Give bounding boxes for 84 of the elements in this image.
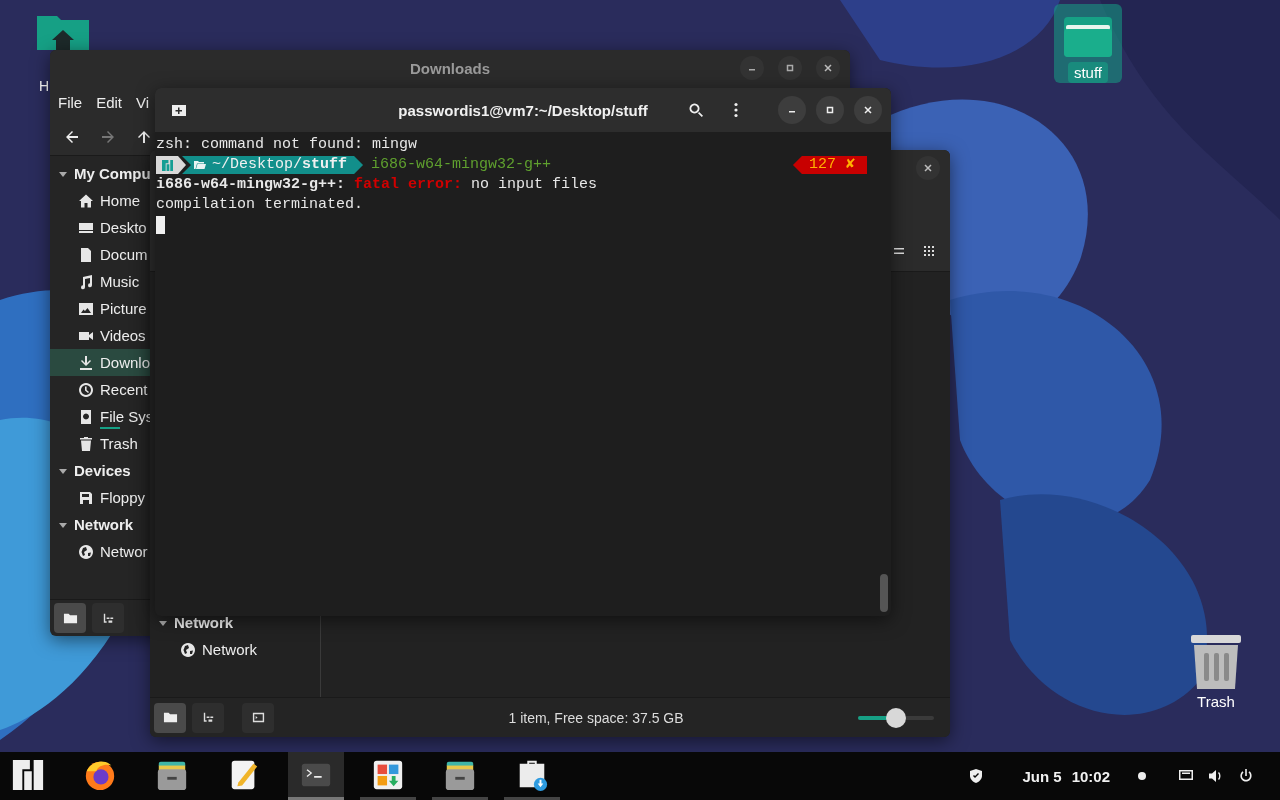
section-header[interactable]: Network	[74, 516, 134, 533]
terminal-launcher[interactable]	[288, 752, 344, 800]
floppy-icon	[78, 489, 94, 506]
terminal-output: i686-w64-mingw32-g++: fatal error: no input files	[156, 175, 598, 195]
close-icon	[863, 105, 873, 115]
trash-icon	[78, 435, 94, 452]
icon-label: stuff	[1067, 62, 1109, 83]
sidebar-item[interactable]: Docum	[50, 241, 154, 268]
date-text[interactable]: Jun 5	[1022, 767, 1062, 785]
maximize-button[interactable]	[778, 56, 802, 80]
sidebar-toggle-button[interactable]	[242, 702, 274, 733]
desktop-icon[interactable]: Trash	[1186, 633, 1246, 712]
sidebar-item[interactable]: Home	[50, 187, 154, 214]
close-button[interactable]	[916, 155, 940, 180]
power-icon[interactable]	[1238, 768, 1254, 784]
sidebar-item[interactable]: Floppy	[50, 484, 154, 511]
sidebar-item[interactable]: Networ	[50, 538, 154, 565]
sidebar-item[interactable]: Music	[50, 268, 154, 295]
maximize-icon	[785, 63, 795, 73]
pictures-icon	[78, 300, 94, 317]
text-cursor	[156, 216, 165, 234]
zoom-slider[interactable]	[858, 707, 934, 728]
forward-arrow-icon	[100, 128, 116, 145]
new-tab-icon[interactable]	[171, 102, 187, 118]
maximize-button[interactable]	[816, 96, 844, 124]
download-icon	[78, 354, 94, 371]
list-view-button[interactable]	[893, 245, 905, 257]
command-text: i686-w64-mingw32-g++	[371, 155, 552, 175]
icon-label: Trash	[1196, 692, 1236, 712]
window-title: passwordis1@vm7:~/Desktop/stuff	[398, 101, 648, 119]
trash-icon	[1189, 633, 1243, 691]
sidebar-item[interactable]: Videos	[50, 322, 154, 349]
back-arrow-icon	[64, 128, 80, 145]
sidebar-item[interactable]: Picture	[50, 295, 154, 322]
shield-icon[interactable]	[968, 768, 985, 784]
exit-code: 127	[808, 155, 836, 175]
terminal-output: compilation terminated.	[156, 195, 364, 215]
sidebar-item[interactable]: Network	[150, 636, 320, 663]
recent-icon	[78, 381, 94, 398]
maximize-icon	[825, 105, 835, 115]
dot-icon[interactable]	[1138, 772, 1146, 780]
close-button[interactable]	[816, 56, 840, 80]
window-title: Downloads	[410, 59, 490, 77]
list-icon	[893, 245, 905, 257]
menu-item[interactable]: Vi	[136, 93, 150, 111]
status-text: 1 item, Free space: 37.5 GB	[507, 709, 685, 726]
document-icon	[78, 246, 94, 263]
folder-icon	[194, 160, 206, 170]
sidebar-icon	[250, 710, 266, 725]
slider-thumb[interactable]	[886, 707, 906, 728]
tree-button[interactable]	[192, 702, 224, 733]
search-icon[interactable]	[688, 102, 704, 118]
prompt-path: ~/Desktop/stuff	[212, 155, 348, 175]
close-icon	[823, 63, 833, 73]
grid-view-button[interactable]	[923, 245, 935, 257]
close-button[interactable]	[854, 96, 882, 124]
sidebar-item[interactable]: Recent	[50, 376, 154, 403]
section-header[interactable]: Network	[174, 614, 234, 631]
desktop-icon[interactable]: stuff	[1054, 4, 1122, 83]
app-menu-icon	[11, 757, 45, 792]
distro-logo-icon	[161, 159, 173, 171]
up-arrow-icon	[136, 128, 152, 145]
menu-item[interactable]: File	[58, 93, 83, 111]
section-header[interactable]: Devices	[74, 462, 131, 479]
scrollbar[interactable]	[880, 574, 888, 612]
time-text[interactable]: 10:02	[1071, 767, 1110, 785]
folder-icon	[162, 710, 178, 725]
home-icon	[78, 192, 94, 209]
network-icon	[180, 641, 196, 658]
places-button[interactable]	[154, 702, 186, 733]
sidebar-item[interactable]: Deskto	[50, 214, 154, 241]
close-icon	[923, 162, 933, 173]
grid-icon	[923, 245, 935, 257]
error-mark: ✘	[845, 155, 855, 175]
music-icon	[78, 273, 94, 290]
filesystem-icon	[78, 408, 94, 425]
icon-label[interactable]: H	[39, 76, 50, 96]
sidebar-item[interactable]: Trash	[50, 430, 154, 457]
menu-item[interactable]: Edit	[96, 93, 123, 111]
network-icon	[78, 543, 94, 560]
section-header[interactable]: My Compu	[74, 165, 151, 182]
tree-view-button[interactable]	[92, 603, 124, 633]
places-view-button[interactable]	[54, 603, 86, 633]
terminal-output: zsh: command not found: mingw	[156, 135, 418, 155]
